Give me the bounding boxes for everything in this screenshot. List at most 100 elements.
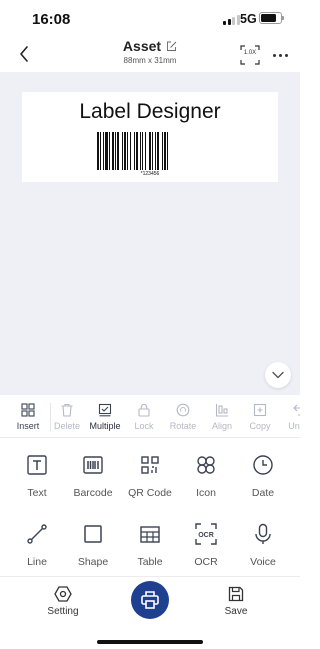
print-button[interactable] bbox=[131, 581, 169, 619]
save-icon bbox=[228, 586, 244, 602]
more-dot-icon bbox=[272, 53, 276, 57]
tool-multiple[interactable]: Multiple bbox=[85, 401, 125, 431]
barcode-bar bbox=[103, 132, 104, 170]
chevron-down-icon bbox=[272, 371, 284, 379]
tool-label: Lock bbox=[134, 421, 154, 431]
design-canvas[interactable]: Label Designer *123456 bbox=[0, 72, 300, 395]
barcode-bar bbox=[122, 132, 123, 170]
undo-icon bbox=[293, 404, 300, 416]
label-size: 88mm x 31mm bbox=[123, 56, 177, 65]
clock-icon bbox=[253, 455, 273, 475]
zoom-button[interactable]: 1.0X bbox=[240, 45, 260, 65]
home-indicator[interactable] bbox=[97, 640, 203, 644]
lock-icon bbox=[138, 403, 150, 417]
title-block: Asset 88mm x 31mm bbox=[75, 38, 225, 65]
insert-barcode[interactable]: Barcode bbox=[63, 453, 123, 499]
barcode-bar bbox=[105, 132, 108, 170]
tool-label: Align bbox=[211, 421, 232, 431]
barcode-bar bbox=[117, 132, 119, 170]
insert-grid-icon bbox=[21, 402, 35, 417]
insert-label: Line bbox=[27, 556, 47, 568]
save-button[interactable]: Save bbox=[206, 585, 266, 617]
label-text-element[interactable]: Label Designer bbox=[22, 100, 278, 124]
more-dot-icon bbox=[284, 53, 288, 57]
insert-label: Table bbox=[137, 556, 163, 568]
barcode-bar bbox=[124, 132, 126, 170]
insert-label: Icon bbox=[196, 487, 216, 499]
barcode-bar bbox=[100, 132, 101, 170]
back-button[interactable] bbox=[14, 42, 34, 66]
barcode-number: *123456 bbox=[140, 171, 160, 177]
setting-label: Setting bbox=[47, 606, 79, 617]
tool-align[interactable]: Align bbox=[202, 401, 242, 431]
barcode-bar bbox=[112, 132, 114, 170]
table-icon bbox=[140, 526, 160, 543]
setting-button[interactable]: Setting bbox=[33, 585, 93, 617]
barcode-bar bbox=[127, 132, 128, 170]
page-title: Asset bbox=[122, 38, 162, 54]
line-icon bbox=[27, 524, 47, 544]
printer-icon bbox=[141, 591, 159, 609]
tool-delete[interactable]: Delete bbox=[47, 401, 87, 431]
barcode-bar bbox=[130, 132, 131, 170]
insert-text[interactable]: Text bbox=[7, 453, 67, 499]
trash-icon bbox=[61, 403, 73, 417]
barcode-bar bbox=[109, 132, 110, 170]
rotate-icon bbox=[176, 403, 190, 416]
svg-text:OCR: OCR bbox=[198, 532, 214, 539]
qr-code-icon bbox=[141, 456, 159, 474]
more-dot-icon bbox=[278, 53, 282, 57]
tool-lock[interactable]: Lock bbox=[124, 401, 164, 431]
nav-bar: Asset 88mm x 31mm 1.0X bbox=[0, 38, 300, 72]
insert-label: Shape bbox=[77, 556, 109, 568]
insert-label: QR Code bbox=[128, 487, 172, 499]
insert-label: OCR bbox=[194, 556, 218, 568]
tool-copy[interactable]: Copy bbox=[240, 401, 280, 431]
tool-label: Delete bbox=[53, 421, 80, 431]
barcode-element[interactable] bbox=[95, 132, 205, 170]
barcode-bar bbox=[164, 132, 166, 170]
settings-hex-icon bbox=[54, 586, 72, 602]
microphone-icon bbox=[255, 523, 271, 544]
insert-ocr[interactable]: OCR OCR bbox=[176, 522, 236, 568]
insert-date[interactable]: Date bbox=[233, 453, 293, 499]
tool-label: Undo bbox=[288, 421, 300, 431]
signal-icon bbox=[223, 14, 240, 25]
battery-icon bbox=[259, 12, 284, 24]
insert-shape[interactable]: Shape bbox=[63, 522, 123, 568]
tool-rotate[interactable]: Rotate bbox=[163, 401, 203, 431]
align-icon bbox=[215, 403, 228, 417]
insert-label: Date bbox=[251, 487, 275, 499]
chevron-left-icon bbox=[20, 46, 28, 62]
status-bar: 16:08 5G bbox=[0, 0, 300, 38]
bottom-bar: Setting Save bbox=[0, 576, 300, 649]
tool-insert[interactable]: Insert bbox=[8, 401, 48, 431]
edit-toolbar: Insert Delete Multiple Lock Rotate Align… bbox=[0, 395, 300, 438]
insert-voice[interactable]: Voice bbox=[233, 522, 293, 568]
barcode-bar bbox=[115, 132, 116, 170]
tool-undo[interactable]: Undo bbox=[279, 401, 300, 431]
insert-table[interactable]: Table bbox=[120, 522, 180, 568]
insert-qr-code[interactable]: QR Code bbox=[120, 453, 180, 499]
label-preview[interactable]: Label Designer *123456 bbox=[22, 92, 278, 182]
insert-icon[interactable]: Icon bbox=[176, 453, 236, 499]
multi-select-icon bbox=[98, 403, 112, 416]
tool-label: Insert bbox=[16, 421, 40, 431]
square-icon bbox=[84, 525, 102, 543]
barcode-bar bbox=[152, 132, 153, 170]
icon-library-icon bbox=[197, 456, 215, 474]
barcode-bar bbox=[136, 132, 138, 170]
more-options-button[interactable] bbox=[270, 48, 290, 62]
network-type: 5G bbox=[240, 12, 257, 26]
insert-line[interactable]: Line bbox=[7, 522, 67, 568]
barcode-bar bbox=[142, 132, 143, 170]
barcode-bar bbox=[149, 132, 151, 170]
tool-label: Copy bbox=[249, 421, 271, 431]
barcode-bar bbox=[155, 132, 156, 170]
status-time: 16:08 bbox=[32, 11, 71, 28]
save-label: Save bbox=[224, 606, 248, 617]
edit-icon[interactable] bbox=[166, 41, 177, 52]
text-icon bbox=[27, 455, 47, 475]
collapse-canvas-button[interactable] bbox=[265, 362, 291, 388]
insert-label: Barcode bbox=[73, 487, 113, 499]
